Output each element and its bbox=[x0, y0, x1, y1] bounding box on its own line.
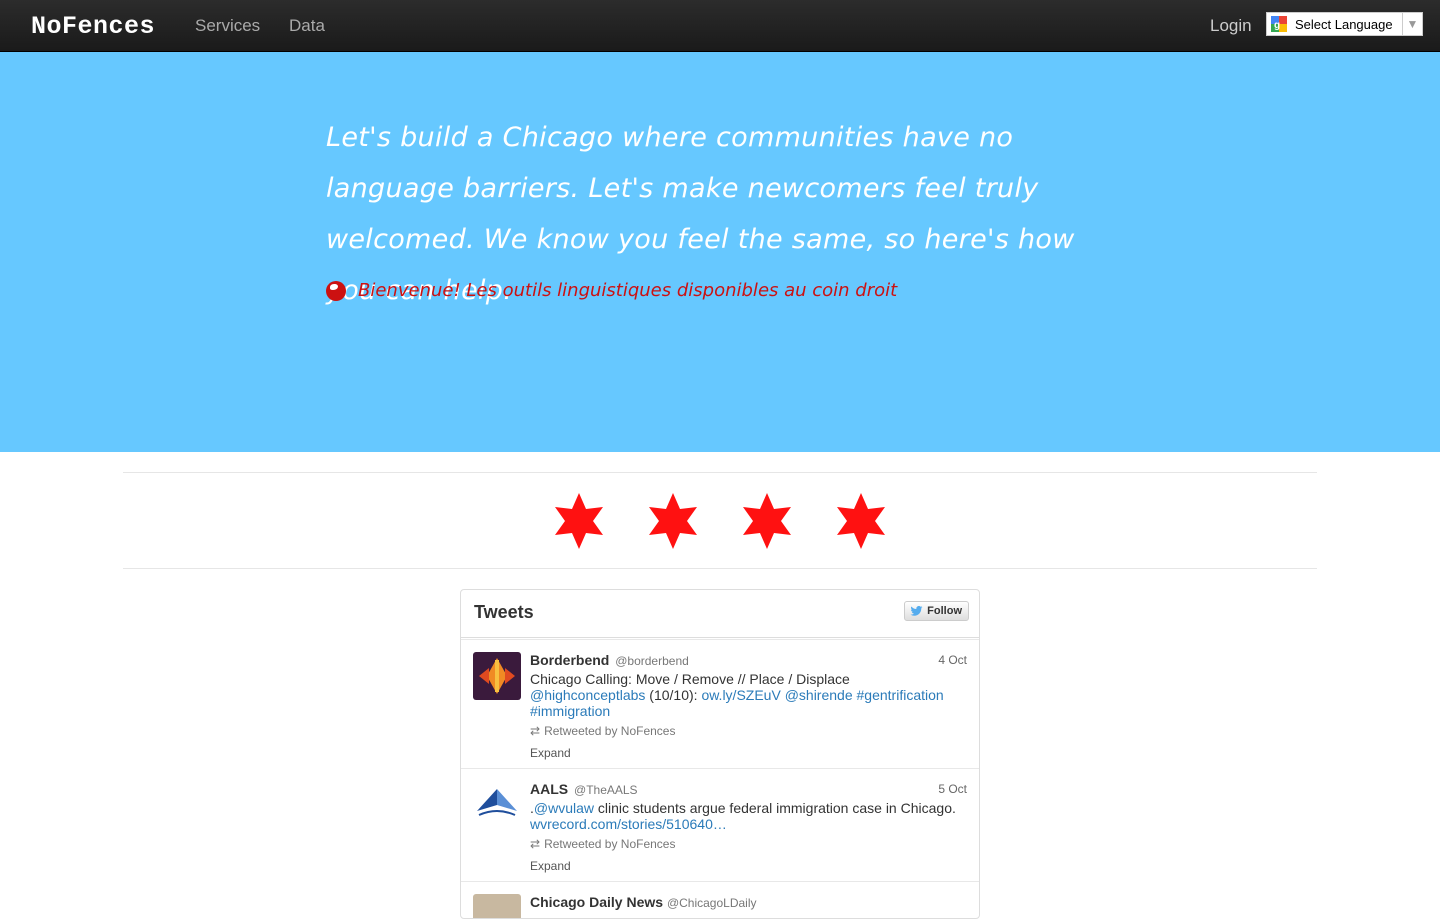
tweet-body: AALS @TheAALS .@wvulaw clinic students a… bbox=[530, 781, 968, 874]
follow-button[interactable]: Follow bbox=[904, 601, 969, 621]
tweet-mention-link[interactable]: @highconceptlabs bbox=[530, 687, 645, 703]
tweet-text: .@wvulaw clinic students argue federal i… bbox=[530, 800, 968, 832]
avatar[interactable] bbox=[473, 652, 521, 700]
avatar[interactable] bbox=[473, 781, 521, 829]
google-translate-icon: g bbox=[1271, 16, 1287, 32]
tweet-mention-link[interactable]: @shirende bbox=[785, 687, 853, 703]
tweet-text-main: Chicago Calling: Move / Remove // Place … bbox=[530, 671, 850, 687]
tweet-mention-link[interactable]: @wvulaw bbox=[534, 800, 594, 816]
tweet-author-name-text[interactable]: Chicago Daily News bbox=[530, 894, 663, 910]
retweet-note: ⇄ Retweeted by NoFences bbox=[530, 836, 968, 852]
twitter-widget-header: Tweets Follow bbox=[461, 590, 979, 638]
tweet-url-link[interactable]: wvrecord.com/stories/510640… bbox=[530, 816, 727, 832]
brand-logo[interactable]: NoFences bbox=[31, 12, 155, 41]
tweet-author-name[interactable]: AALS bbox=[530, 781, 568, 797]
welcome-message: Bienvenue! Les outils linguistiques disp… bbox=[326, 280, 897, 301]
star-2 bbox=[649, 493, 697, 549]
tweet-author-handle[interactable]: @borderbend bbox=[615, 654, 689, 668]
chicago-stars bbox=[555, 493, 885, 549]
tweet-hashtag-link[interactable]: #immigration bbox=[530, 703, 610, 719]
tweet-text: Chicago Calling: Move / Remove // Place … bbox=[530, 671, 968, 719]
twitter-bird-icon bbox=[910, 606, 923, 616]
tweet-author-handle[interactable]: @TheAALS bbox=[574, 783, 638, 797]
retweeted-by-text: Retweeted by NoFences bbox=[544, 724, 676, 738]
star-1 bbox=[555, 493, 603, 549]
retweet-note: ⇄ Retweeted by NoFences bbox=[530, 723, 968, 739]
language-select-label: Select Language bbox=[1295, 17, 1393, 32]
top-navbar: NoFences Services Data Login g Select La… bbox=[0, 0, 1440, 52]
tweet-author-handle[interactable]: @ChicagoLDaily bbox=[667, 896, 757, 910]
retweet-icon: ⇄ bbox=[530, 724, 541, 738]
tweet-item[interactable]: 4 Oct Borderbend @borderbend Chicago Cal… bbox=[461, 640, 979, 769]
tweet-url-link[interactable]: ow.ly/SZEuV bbox=[701, 687, 780, 703]
avatar[interactable] bbox=[473, 894, 521, 918]
follow-button-label: Follow bbox=[927, 605, 962, 617]
login-link[interactable]: Login bbox=[1210, 16, 1252, 36]
hero-banner: Let's build a Chicago where communities … bbox=[0, 52, 1440, 452]
tweet-author-name[interactable]: Chicago Daily News @ChicagoLDaily bbox=[530, 894, 757, 910]
globe-icon bbox=[326, 280, 346, 301]
twitter-widget-title: Tweets bbox=[474, 602, 534, 622]
retweeted-by-text: Retweeted by NoFences bbox=[544, 837, 676, 851]
tweet-item[interactable]: 5 Oct AALS @TheAALS .@wvulaw clinic stud… bbox=[461, 769, 979, 882]
tweet-text-main: clinic students argue federal immigratio… bbox=[597, 800, 956, 816]
borderbend-avatar-image bbox=[473, 652, 521, 700]
language-select[interactable]: g Select Language ▼ bbox=[1266, 12, 1423, 36]
aals-avatar-image bbox=[473, 781, 521, 829]
tweet-item[interactable]: Chicago Daily News @ChicagoLDaily bbox=[461, 882, 979, 918]
tweet-text-fragment: (10/10): bbox=[649, 687, 698, 703]
tweet-body: Borderbend @borderbend Chicago Calling: … bbox=[530, 652, 968, 761]
divider-bottom bbox=[123, 568, 1317, 569]
star-4 bbox=[837, 493, 885, 549]
nav-link-services[interactable]: Services bbox=[195, 16, 260, 36]
svg-text:g: g bbox=[1274, 20, 1280, 31]
welcome-text: Bienvenue! Les outils linguistiques disp… bbox=[358, 280, 898, 301]
nav-link-data[interactable]: Data bbox=[289, 16, 325, 36]
twitter-timeline-widget[interactable]: Tweets Follow 4 Oct Borderbend @borderbe… bbox=[460, 589, 980, 919]
star-3 bbox=[743, 493, 791, 549]
tweet-expand-link[interactable]: Expand bbox=[530, 745, 968, 761]
tweet-author-name[interactable]: Borderbend bbox=[530, 652, 609, 668]
divider-top bbox=[123, 472, 1317, 473]
tweet-hashtag-link[interactable]: #gentrification bbox=[857, 687, 944, 703]
tweet-expand-link[interactable]: Expand bbox=[530, 858, 968, 874]
retweet-icon: ⇄ bbox=[530, 837, 541, 851]
chevron-down-icon: ▼ bbox=[1402, 13, 1422, 35]
